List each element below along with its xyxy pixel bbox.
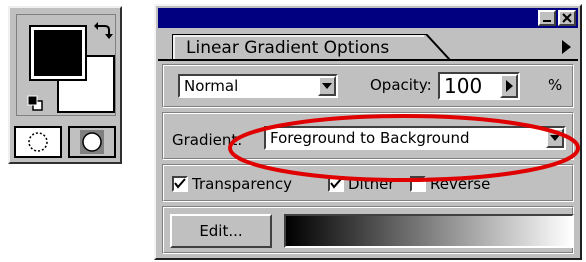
dither-checkbox[interactable] xyxy=(328,176,344,192)
transparency-checkbox[interactable] xyxy=(172,176,188,192)
blend-opacity-row: Normal Opacity: 100 % xyxy=(162,64,574,108)
linear-gradient-options-palette: Linear Gradient Options Normal Opacity: … xyxy=(154,4,582,260)
standard-mode-icon xyxy=(28,132,48,152)
default-colors-icon[interactable] xyxy=(27,95,43,111)
gradient-select[interactable]: Foreground to Background xyxy=(264,126,566,150)
chevron-right-icon xyxy=(506,80,513,92)
checkmark-icon xyxy=(174,178,186,189)
edit-button[interactable]: Edit... xyxy=(170,214,272,248)
chevron-down-icon xyxy=(550,135,560,141)
tab-label: Linear Gradient Options xyxy=(186,38,390,58)
close-icon xyxy=(562,13,572,23)
mask-mode-buttons xyxy=(14,126,116,158)
dither-label: Dither xyxy=(348,175,395,193)
gradient-label: Gradient: xyxy=(172,131,243,149)
swap-arrows-icon[interactable] xyxy=(93,21,113,41)
close-button[interactable] xyxy=(558,10,576,26)
chevron-down-icon xyxy=(322,83,332,89)
palette-titlebar[interactable] xyxy=(158,8,578,28)
quick-mask-mode-icon xyxy=(80,130,104,154)
edit-row: Edit... xyxy=(162,206,574,254)
toolbox-panel xyxy=(8,6,122,164)
gradient-dropdown-button[interactable] xyxy=(546,128,564,148)
opacity-field[interactable]: 100 xyxy=(438,72,520,100)
opacity-label: Opacity: xyxy=(370,76,432,94)
checkbox-row: Transparency Dither Reverse xyxy=(162,164,574,202)
blend-mode-dropdown-button[interactable] xyxy=(318,76,336,96)
opacity-value: 100 xyxy=(444,74,483,98)
reverse-label: Reverse xyxy=(430,175,491,193)
quick-mask-mode-button[interactable] xyxy=(68,126,116,158)
blend-mode-select[interactable]: Normal xyxy=(178,74,338,98)
gradient-row: Gradient: Foreground to Background xyxy=(162,112,574,160)
reverse-checkbox[interactable] xyxy=(410,176,426,192)
palette-menu-arrow-icon[interactable] xyxy=(560,39,572,55)
gradient-value: Foreground to Background xyxy=(270,129,470,147)
tab-strip: Linear Gradient Options xyxy=(158,30,578,60)
tab-baseline xyxy=(158,59,578,61)
color-swatches xyxy=(16,14,116,116)
minimize-button[interactable] xyxy=(538,10,556,26)
opacity-unit: % xyxy=(548,76,563,94)
standard-mode-button[interactable] xyxy=(14,126,62,158)
minimize-icon xyxy=(543,20,551,22)
opacity-slider-button[interactable] xyxy=(500,74,518,98)
gradient-preview xyxy=(284,214,574,248)
foreground-color-swatch[interactable] xyxy=(29,25,87,81)
blend-mode-value: Normal xyxy=(184,77,239,95)
transparency-label: Transparency xyxy=(192,175,293,193)
checkmark-icon xyxy=(330,178,342,189)
